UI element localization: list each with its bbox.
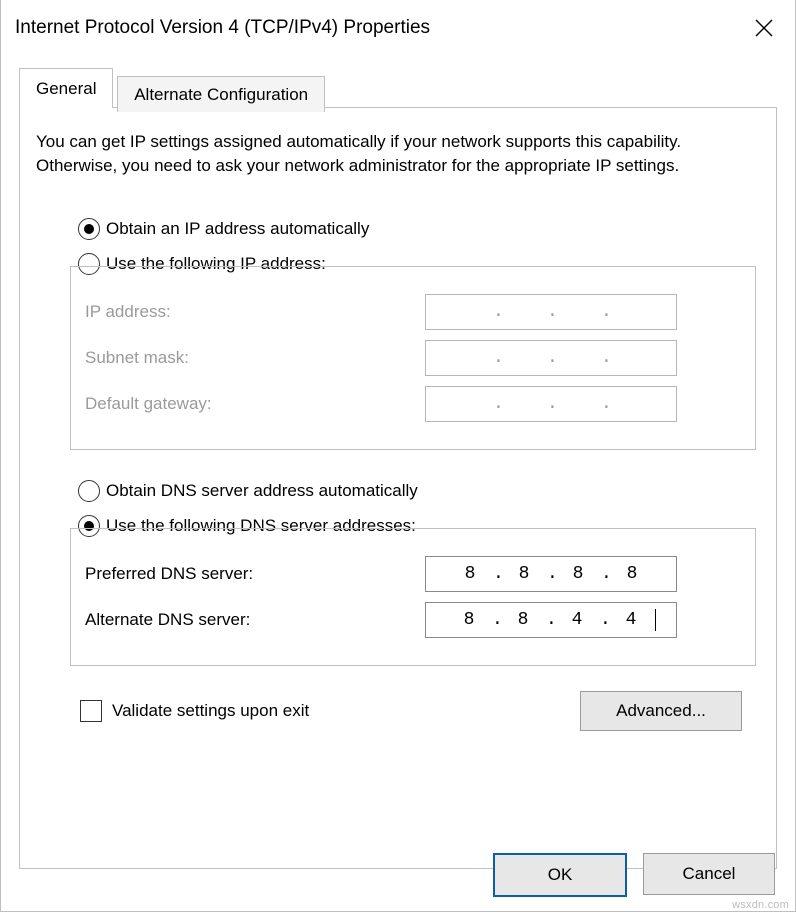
label-preferred-dns: Preferred DNS server: (85, 564, 425, 584)
ok-button-label: OK (548, 865, 573, 885)
radio-obtain-ip-auto[interactable]: Obtain an IP address automatically (78, 218, 760, 240)
titlebar: Internet Protocol Version 4 (TCP/IPv4) P… (1, 0, 795, 56)
radio-obtain-dns-auto-label: Obtain DNS server address automatically (106, 481, 418, 501)
label-alternate-dns: Alternate DNS server: (85, 610, 425, 630)
ip-octet: 8 (446, 610, 492, 630)
radio-obtain-ip-auto-label: Obtain an IP address automatically (106, 219, 369, 239)
input-preferred-dns[interactable]: 8. 8. 8. 8 (425, 556, 677, 592)
dot: . (493, 564, 501, 584)
tabstrip: General Alternate Configuration (19, 68, 777, 108)
ip-octet: 4 (554, 610, 600, 630)
radio-obtain-dns-auto[interactable]: Obtain DNS server address automatically (78, 480, 760, 502)
dot: . (546, 610, 554, 630)
dot: . (601, 564, 609, 584)
ok-button[interactable]: OK (493, 853, 627, 897)
tab-panel-general: You can get IP settings assigned automat… (19, 108, 777, 869)
label-ip-address: IP address: (85, 302, 425, 322)
label-default-gateway: Default gateway: (85, 394, 425, 414)
dot: . (547, 564, 555, 584)
dot: . (493, 348, 501, 368)
input-subnet-mask: . . . (425, 340, 677, 376)
ip-octet: 8 (500, 610, 546, 630)
group-dns-settings: Preferred DNS server: 8. 8. 8. 8 Alterna… (70, 528, 756, 666)
ip-octet: 8 (609, 564, 655, 584)
tab-alternate-configuration[interactable]: Alternate Configuration (117, 76, 325, 112)
window-title: Internet Protocol Version 4 (TCP/IPv4) P… (15, 17, 430, 39)
checkbox-validate-on-exit[interactable]: Validate settings upon exit Advanced... (80, 700, 760, 722)
input-default-gateway: . . . (425, 386, 677, 422)
dialog-footer: OK Cancel (493, 853, 775, 897)
label-subnet-mask: Subnet mask: (85, 348, 425, 368)
dot: . (601, 302, 609, 322)
dot: . (547, 394, 555, 414)
description-text: You can get IP settings assigned automat… (36, 130, 760, 178)
input-alternate-dns[interactable]: 8. 8. 4. 4 (425, 602, 677, 638)
dot: . (492, 610, 500, 630)
dot: . (547, 348, 555, 368)
checkbox-icon (80, 700, 102, 722)
tab-general-label: General (36, 79, 96, 98)
tab-alternate-label: Alternate Configuration (134, 85, 308, 104)
watermark: wsxdn.com (732, 899, 789, 911)
advanced-button-label: Advanced... (616, 701, 706, 721)
text-caret (655, 609, 656, 631)
close-icon (755, 19, 773, 37)
input-ip-address: . . . (425, 294, 677, 330)
ip-octet: 8 (555, 564, 601, 584)
ip-octet: 4 (608, 610, 654, 630)
ip-octet: 8 (447, 564, 493, 584)
dot: . (493, 302, 501, 322)
radio-icon (78, 480, 100, 502)
dot: . (547, 302, 555, 322)
advanced-button[interactable]: Advanced... (580, 691, 742, 731)
dot: . (601, 348, 609, 368)
dot: . (493, 394, 501, 414)
cancel-button-label: Cancel (683, 864, 736, 884)
group-ip-settings: IP address: . . . Subnet mask: . . . D (70, 266, 756, 450)
dot: . (601, 394, 609, 414)
tab-general[interactable]: General (19, 68, 113, 108)
dot: . (600, 610, 608, 630)
radio-icon (78, 218, 100, 240)
close-button[interactable] (727, 19, 773, 37)
checkbox-validate-label: Validate settings upon exit (112, 701, 309, 721)
properties-dialog: Internet Protocol Version 4 (TCP/IPv4) P… (0, 0, 796, 912)
ip-octet: 8 (501, 564, 547, 584)
cancel-button[interactable]: Cancel (643, 853, 775, 895)
